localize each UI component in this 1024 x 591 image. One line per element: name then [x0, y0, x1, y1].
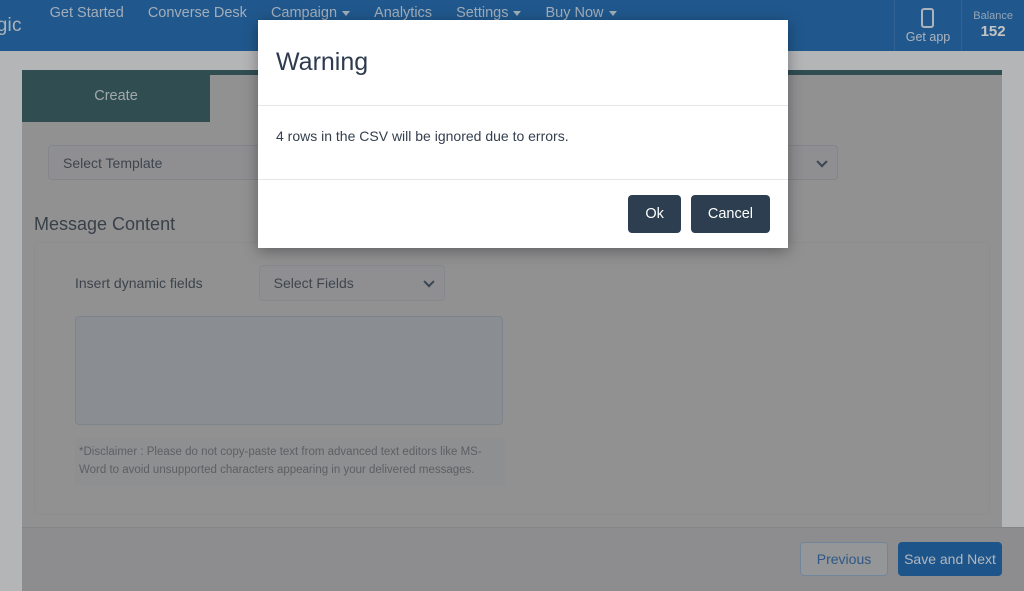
- modal-title: Warning: [276, 48, 369, 76]
- app-root: agic Get Started Converse Desk Campaign …: [0, 0, 1024, 591]
- modal-message: 4 rows in the CSV will be ignored due to…: [276, 128, 569, 144]
- warning-modal-dialog: Warning 4 rows in the CSV will be ignore…: [258, 20, 788, 248]
- modal-cancel-button[interactable]: Cancel: [690, 195, 770, 233]
- modal-footer: Ok Cancel: [258, 180, 788, 248]
- modal-body: 4 rows in the CSV will be ignored due to…: [258, 106, 788, 180]
- modal-header: Warning: [258, 20, 788, 106]
- modal-ok-button[interactable]: Ok: [628, 195, 681, 233]
